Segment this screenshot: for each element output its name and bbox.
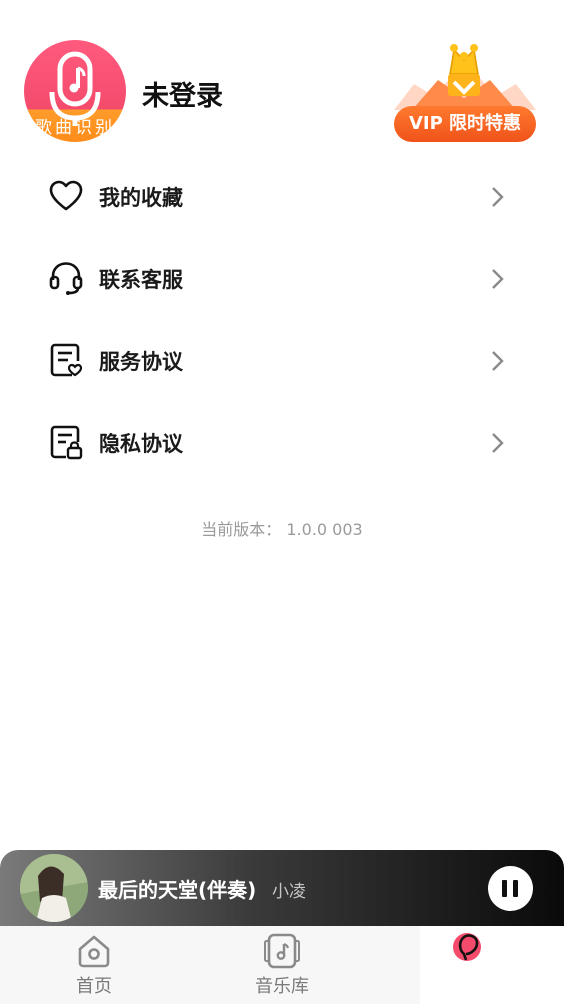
profile-header: 歌曲识别 未登录 VIP 限时特惠 — [0, 0, 564, 160]
privacy-icon — [50, 425, 83, 460]
menu-item-customer-service[interactable]: 联系客服 — [0, 238, 564, 320]
mini-player[interactable]: 最后的天堂(伴奏) 小凌 — [0, 850, 564, 926]
nav-label: 音乐库 — [255, 976, 309, 997]
headset-icon — [49, 262, 83, 295]
song-title: 最后的天堂(伴奏) — [98, 878, 257, 902]
menu-item-favorites[interactable]: 我的收藏 — [0, 156, 564, 238]
heart-icon — [49, 180, 83, 211]
login-status[interactable]: 未登录 — [142, 74, 223, 113]
nav-item-home[interactable]: 首页 — [0, 926, 188, 1004]
app-logo[interactable]: 歌曲识别 — [24, 40, 126, 142]
menu-label: 联系客服 — [99, 268, 183, 292]
logo-text: 歌曲识别 — [35, 118, 115, 138]
menu-item-service-agreement[interactable]: 服务协议 — [0, 320, 564, 402]
nav-label: 首页 — [76, 976, 112, 997]
vip-label: VIP 限时特惠 — [394, 106, 536, 142]
song-artist: 小凌 — [272, 882, 306, 902]
pause-icon — [502, 880, 507, 897]
pause-button[interactable] — [488, 866, 533, 911]
nav-item-music-library[interactable]: 音乐库 — [188, 926, 376, 1004]
album-cover-image — [20, 854, 88, 922]
crown-icon — [394, 44, 536, 110]
chevron-right-icon — [492, 269, 504, 289]
app-version: 当前版本： 1.0.0 003 — [201, 520, 363, 539]
chevron-right-icon — [492, 351, 504, 371]
settings-menu: 我的收藏 联系客服 服务协议 隐私协议 — [0, 156, 564, 484]
chevron-right-icon — [492, 187, 504, 207]
agreement-icon — [50, 343, 83, 377]
album-art[interactable] — [20, 854, 88, 922]
bottom-navigation: 首页 音乐库 — [0, 926, 564, 1004]
vip-promo-button[interactable]: VIP 限时特惠 — [388, 36, 540, 144]
menu-item-privacy-policy[interactable]: 隐私协议 — [0, 402, 564, 484]
nav-item-profile[interactable] — [420, 926, 564, 1004]
chevron-right-icon — [492, 433, 504, 453]
home-icon — [78, 935, 110, 968]
profile-icon — [453, 933, 481, 961]
menu-label: 隐私协议 — [99, 432, 183, 456]
music-library-icon — [264, 933, 300, 969]
menu-label: 我的收藏 — [99, 186, 183, 210]
pause-icon — [513, 880, 518, 897]
menu-label: 服务协议 — [99, 350, 183, 374]
